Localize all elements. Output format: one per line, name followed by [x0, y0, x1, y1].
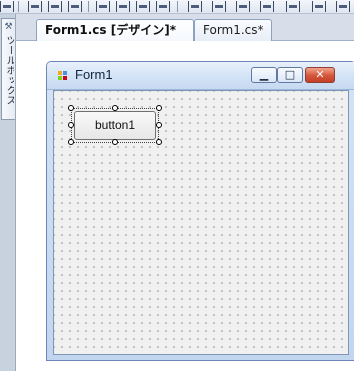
bring-to-front-icon[interactable]	[312, 1, 326, 12]
document-tabs: Form1.cs [デザイン]* Form1.cs*	[16, 14, 354, 41]
close-button[interactable]: ✕	[305, 67, 335, 83]
align-left-icon[interactable]	[0, 1, 14, 12]
align-bottom-icon[interactable]	[116, 1, 130, 12]
horizontal-spacing-icon[interactable]	[212, 1, 226, 12]
toolbar-separator	[88, 1, 89, 12]
resize-handle-nw[interactable]	[68, 105, 74, 111]
resize-handle-sw[interactable]	[68, 139, 74, 145]
make-same-width-icon[interactable]	[136, 1, 150, 12]
resize-handle-e[interactable]	[156, 122, 162, 128]
resize-handle-w[interactable]	[68, 122, 74, 128]
make-same-height-icon[interactable]	[156, 1, 170, 12]
align-right-icon[interactable]	[48, 1, 62, 12]
toolbox-label: ツールボックス	[4, 35, 14, 105]
form-title-bar[interactable]: Form1 ▁ □ ✕	[47, 62, 354, 90]
visual-studio-designer: ⚒ ツールボックス Form1.cs [デザイン]* Form1.cs* For…	[0, 0, 354, 371]
maximize-icon: □	[284, 68, 296, 81]
size-to-grid-icon[interactable]	[188, 1, 202, 12]
resize-handle-n[interactable]	[112, 105, 118, 111]
center-vertically-icon[interactable]	[286, 1, 300, 12]
resize-handle-s[interactable]	[112, 139, 118, 145]
toolbox-tab[interactable]: ⚒ ツールボックス	[1, 18, 15, 120]
vertical-spacing-icon[interactable]	[236, 1, 250, 12]
minimize-button[interactable]: ▁	[251, 67, 277, 83]
form-window-icon	[58, 71, 67, 80]
resize-handle-se[interactable]	[156, 139, 162, 145]
button1-control[interactable]: button1	[74, 111, 156, 140]
align-top-icon[interactable]	[68, 1, 82, 12]
form-title: Form1	[75, 67, 113, 82]
form-client-area[interactable]: button1	[53, 90, 349, 355]
maximize-button[interactable]: □	[277, 67, 303, 83]
resize-handle-ne[interactable]	[156, 105, 162, 111]
align-center-icon[interactable]	[28, 1, 42, 12]
tab-form1-code[interactable]: Form1.cs*	[194, 19, 272, 41]
close-icon: ✕	[315, 68, 325, 81]
side-tool-pane: ⚒ ツールボックス	[0, 14, 16, 371]
center-horizontally-icon[interactable]	[260, 1, 274, 12]
form1-window[interactable]: Form1 ▁ □ ✕ button1	[46, 61, 354, 361]
toolbox-icon: ⚒	[4, 22, 13, 32]
minimize-icon: ▁	[259, 68, 269, 81]
tab-form1-design[interactable]: Form1.cs [デザイン]*	[36, 19, 194, 41]
toolbar-separator	[18, 1, 19, 12]
send-to-back-icon[interactable]	[336, 1, 350, 12]
toolbar-separator	[177, 1, 178, 12]
layout-toolbar	[0, 0, 354, 14]
designer-surface[interactable]: Form1 ▁ □ ✕ button1	[16, 41, 354, 371]
align-middle-icon[interactable]	[96, 1, 110, 12]
